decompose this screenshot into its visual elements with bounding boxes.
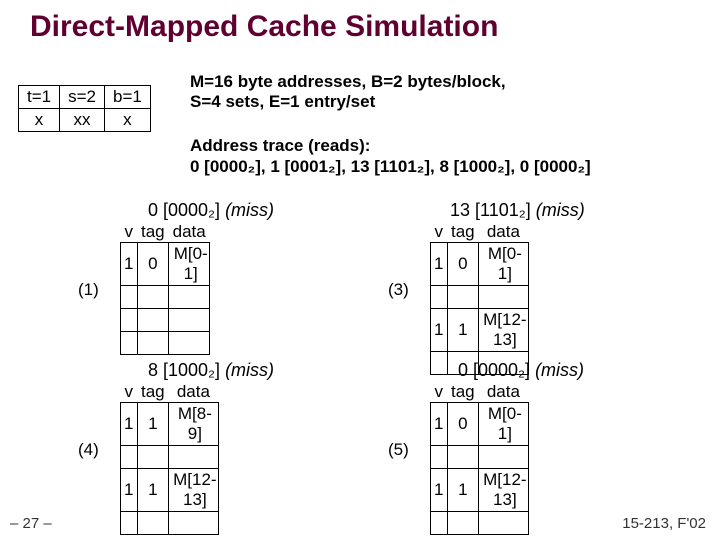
s3r1v	[431, 286, 448, 309]
hdr-v: v	[431, 382, 448, 403]
hdr-data: data	[169, 222, 210, 243]
s4r1d	[169, 446, 218, 469]
bits-t-header: t=1	[19, 86, 60, 109]
s1r2t	[137, 309, 169, 332]
params-line2: S=4 sets, E=1 entry/set	[190, 92, 375, 111]
trace-heading: Address trace (reads):	[190, 136, 370, 155]
page-title: Direct-Mapped Cache Simulation	[30, 10, 498, 44]
bits-s-header: s=2	[60, 86, 105, 109]
step4-addr: 8 [1000₂]	[148, 360, 220, 380]
s3r1t	[447, 286, 479, 309]
s1r0d: M[0-1]	[169, 243, 210, 286]
hdr-tag: tag	[137, 222, 169, 243]
s5r0v: 1	[431, 403, 448, 446]
step1-miss: (miss)	[225, 200, 274, 220]
s1r1d	[169, 286, 210, 309]
s3r1d	[479, 286, 528, 309]
s5r0t: 0	[447, 403, 479, 446]
bits-t-value: x	[19, 109, 60, 132]
s5r3t	[447, 512, 479, 535]
s4r0d: M[8-9]	[169, 403, 218, 446]
hdr-tag: tag	[137, 382, 169, 403]
step1-table: v tag data 10M[0-1]	[120, 222, 210, 355]
step5-number: (5)	[388, 440, 409, 460]
s4r1t	[137, 446, 169, 469]
s5r2t: 1	[447, 469, 479, 512]
cache-params: M=16 byte addresses, B=2 bytes/block, S=…	[190, 72, 506, 113]
s4r1v	[121, 446, 138, 469]
s4r0v: 1	[121, 403, 138, 446]
s3r0t: 0	[447, 243, 479, 286]
hdr-tag: tag	[447, 382, 479, 403]
step3-number: (3)	[388, 280, 409, 300]
hdr-data: data	[169, 382, 218, 403]
step4-miss: (miss)	[225, 360, 274, 380]
s4r2d: M[12-13]	[169, 469, 218, 512]
step3-addr: 13 [1101₂]	[450, 200, 531, 220]
s4r2t: 1	[137, 469, 169, 512]
trace-list: 0 [0000₂], 1 [0001₂], 13 [1101₂], 8 [100…	[190, 157, 591, 176]
step5-addr: 0 [0000₂]	[458, 360, 530, 380]
s3r3v	[431, 352, 448, 375]
s1r3v	[121, 332, 138, 355]
bit-fields-table: t=1 s=2 b=1 x xx x	[18, 85, 151, 132]
s3r0v: 1	[431, 243, 448, 286]
step3-title: 13 [1101₂] (miss)	[450, 200, 585, 221]
s3r2d: M[12-13]	[479, 309, 528, 352]
hdr-data: data	[479, 382, 528, 403]
s1r2v	[121, 309, 138, 332]
s5r3d	[479, 512, 528, 535]
address-trace: Address trace (reads): 0 [0000₂], 1 [000…	[190, 135, 591, 178]
s5r2v: 1	[431, 469, 448, 512]
s3r2v: 1	[431, 309, 448, 352]
s1r1v	[121, 286, 138, 309]
step4-number: (4)	[78, 440, 99, 460]
step3-table: v tag data 10M[0-1] 11M[12-13]	[430, 222, 529, 375]
s4r0t: 1	[137, 403, 169, 446]
s1r3t	[137, 332, 169, 355]
s4r3d	[169, 512, 218, 535]
s1r0t: 0	[137, 243, 169, 286]
course-tag: 15-213, F'02	[622, 515, 706, 532]
hdr-v: v	[121, 222, 138, 243]
s4r3v	[121, 512, 138, 535]
hdr-v: v	[121, 382, 138, 403]
step5-miss: (miss)	[535, 360, 584, 380]
s4r2v: 1	[121, 469, 138, 512]
s1r0v: 1	[121, 243, 138, 286]
s5r0d: M[0-1]	[479, 403, 528, 446]
bits-b-value: x	[105, 109, 151, 132]
hdr-v: v	[431, 222, 448, 243]
params-line1: M=16 byte addresses, B=2 bytes/block,	[190, 72, 506, 91]
bits-s-value: xx	[60, 109, 105, 132]
hdr-tag: tag	[447, 222, 479, 243]
s1r3d	[169, 332, 210, 355]
s5r1v	[431, 446, 448, 469]
slide-number: – 27 –	[10, 515, 52, 532]
s3r2t: 1	[447, 309, 479, 352]
step4-table: v tag data 11M[8-9] 11M[12-13]	[120, 382, 219, 535]
bits-b-header: b=1	[105, 86, 151, 109]
step1-title: 0 [0000₂] (miss)	[148, 200, 274, 221]
s1r1t	[137, 286, 169, 309]
step1-addr: 0 [0000₂]	[148, 200, 220, 220]
step4-title: 8 [1000₂] (miss)	[148, 360, 274, 381]
s1r2d	[169, 309, 210, 332]
s4r3t	[137, 512, 169, 535]
s3r0d: M[0-1]	[479, 243, 528, 286]
s5r3v	[431, 512, 448, 535]
step5-table: v tag data 10M[0-1] 11M[12-13]	[430, 382, 529, 535]
s5r2d: M[12-13]	[479, 469, 528, 512]
step1-number: (1)	[78, 280, 99, 300]
s5r1d	[479, 446, 528, 469]
step5-title: 0 [0000₂] (miss)	[458, 360, 584, 381]
hdr-data: data	[479, 222, 528, 243]
step3-miss: (miss)	[536, 200, 585, 220]
s5r1t	[447, 446, 479, 469]
